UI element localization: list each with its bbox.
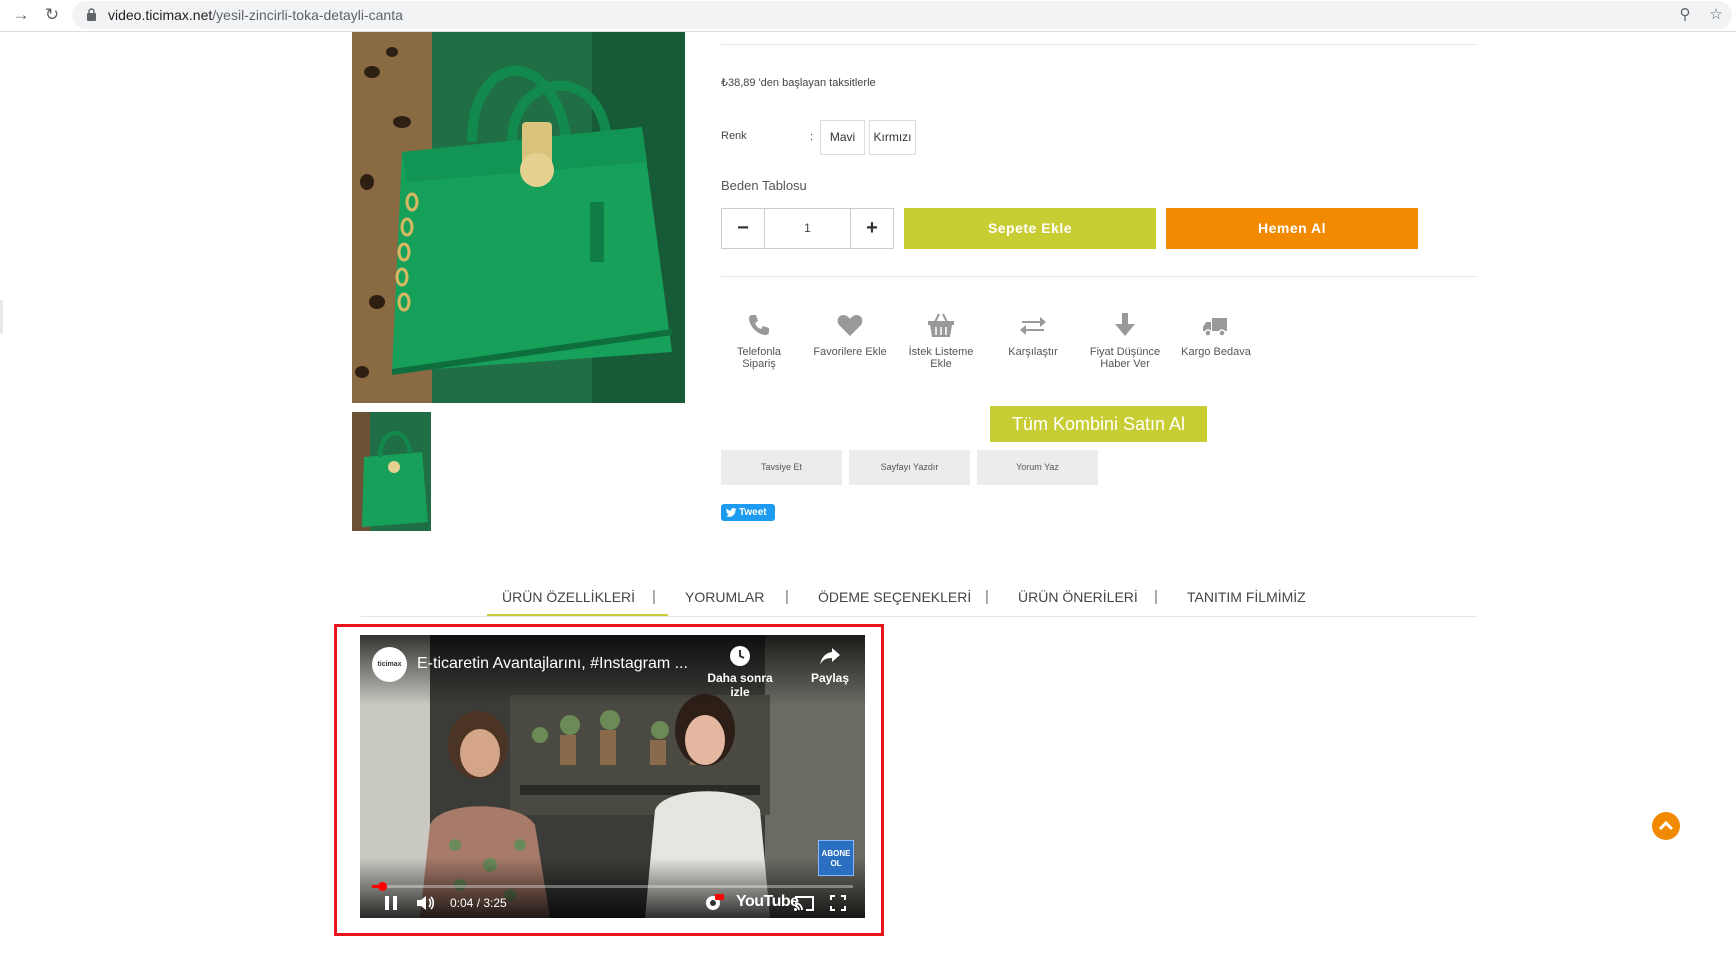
tweet-button[interactable]: Tweet — [721, 504, 775, 521]
divider-middle — [721, 276, 1477, 277]
active-tab-indicator — [487, 614, 668, 616]
tab-product-suggestions[interactable]: ÜRÜN ÖNERİLERİ — [1018, 589, 1138, 605]
color-option-mavi[interactable]: Mavi — [820, 120, 865, 155]
buy-whole-combo-button[interactable]: Tüm Kombini Satın Al — [990, 406, 1207, 442]
share-button[interactable]: Paylaş — [805, 645, 855, 685]
tab-separator: | — [985, 588, 989, 605]
scroll-to-top-button[interactable] — [1652, 812, 1680, 840]
lock-icon — [87, 8, 96, 21]
subscribe-button[interactable]: ABONE OL — [818, 840, 854, 876]
add-to-cart-button[interactable]: Sepete Ekle — [904, 208, 1156, 249]
phone-icon — [749, 315, 769, 335]
twitter-bird-icon — [726, 508, 737, 517]
buy-now-button[interactable]: Hemen Al — [1166, 208, 1418, 249]
fullscreen-icon[interactable] — [828, 893, 848, 913]
share-arrow-icon — [820, 648, 840, 665]
tab-promo-video[interactable]: TANITIM FİLMİMİZ — [1187, 589, 1306, 605]
compare-arrows-icon — [1020, 317, 1046, 335]
pause-icon[interactable] — [382, 893, 400, 913]
size-table-link[interactable]: Beden Tablosu — [721, 178, 807, 193]
tab-product-features[interactable]: ÜRÜN ÖZELLİKLERİ — [502, 589, 635, 605]
quantity-stepper: − 1 + — [721, 208, 894, 249]
tab-payment-options[interactable]: ÖDEME SEÇENEKLERİ — [818, 589, 971, 605]
action-add-favorites[interactable]: Favorilere Ekle — [804, 310, 896, 358]
color-colon: : — [810, 131, 814, 143]
youtube-video-player[interactable]: ticimax E-ticaretin Avantajlarını, #Inst… — [360, 635, 865, 918]
tab-separator: | — [652, 588, 656, 605]
recommend-button[interactable]: Tavsiye Et — [721, 450, 842, 485]
tabs-divider — [361, 616, 1477, 617]
side-edge-tab[interactable] — [0, 300, 3, 334]
video-progress-bar[interactable] — [372, 882, 853, 891]
youtube-logo[interactable]: YouTube — [736, 893, 799, 911]
tab-separator: | — [1154, 588, 1158, 605]
address-bar[interactable]: video.ticimax.net/yesil-zincirli-toka-de… — [72, 1, 1732, 29]
quantity-input[interactable]: 1 — [765, 209, 850, 248]
print-page-button[interactable]: Sayfayı Yazdır — [849, 450, 970, 485]
divider-top — [721, 44, 1477, 45]
heart-icon — [837, 315, 863, 336]
tab-separator: | — [785, 588, 789, 605]
truck-icon — [1203, 318, 1227, 337]
basket-icon — [928, 313, 954, 337]
tab-reviews[interactable]: YORUMLAR — [685, 589, 764, 605]
zoom-icon[interactable]: ⚲ — [1674, 4, 1696, 26]
action-phone-order[interactable]: Telefonla Sipariş — [713, 310, 805, 370]
video-title[interactable]: E-ticaretin Avantajlarını, #Instagram ..… — [417, 655, 688, 673]
action-compare[interactable]: Karşılaştır — [987, 310, 1079, 358]
action-add-wishlist[interactable]: İstek Listeme Ekle — [895, 310, 987, 370]
browser-toolbar: → ↻ video.ticimax.net/yesil-zincirli-tok… — [0, 0, 1736, 32]
action-free-shipping[interactable]: Kargo Bedava — [1170, 310, 1262, 358]
cast-icon[interactable] — [793, 893, 815, 913]
product-main-image[interactable] — [352, 32, 685, 403]
watch-later-button[interactable]: Daha sonra izle — [700, 645, 780, 699]
reload-icon[interactable]: ↻ — [41, 4, 63, 26]
chevron-up-icon — [1658, 820, 1674, 831]
forward-icon[interactable]: → — [10, 4, 32, 26]
video-time: 0:04 / 3:25 — [450, 896, 507, 910]
color-option-kirmizi[interactable]: Kırmızı — [869, 120, 916, 155]
volume-icon[interactable] — [415, 893, 437, 913]
arrow-down-icon — [1115, 313, 1135, 336]
channel-logo[interactable]: ticimax — [372, 647, 407, 682]
color-label: Renk — [721, 130, 747, 142]
write-review-button[interactable]: Yorum Yaz — [977, 450, 1098, 485]
bookmark-star-icon[interactable]: ☆ — [1705, 4, 1727, 26]
product-thumbnail[interactable] — [352, 412, 431, 531]
settings-gear-icon[interactable] — [703, 893, 725, 913]
installment-text: ₺38,89 'den başlayan taksitlerle — [721, 77, 876, 89]
action-price-alert[interactable]: Fiyat Düşünce Haber Ver — [1079, 310, 1171, 370]
quantity-increase-button[interactable]: + — [850, 209, 893, 248]
clock-icon — [730, 646, 750, 666]
video-scrubber-handle[interactable] — [377, 882, 387, 891]
quantity-decrease-button[interactable]: − — [722, 209, 765, 248]
url-text: video.ticimax.net/yesil-zincirli-toka-de… — [108, 7, 403, 23]
